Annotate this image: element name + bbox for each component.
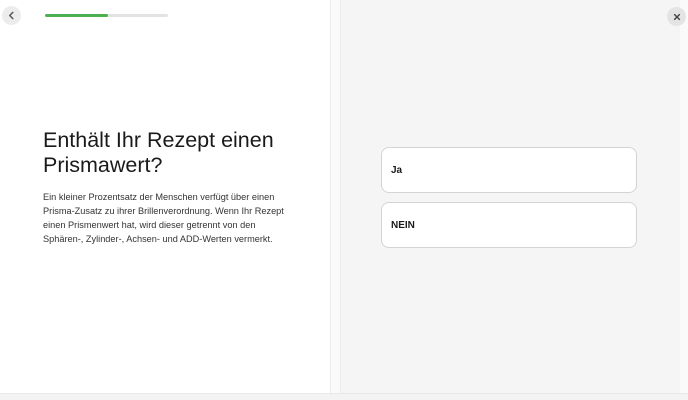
back-button[interactable] (2, 6, 21, 25)
option-no-button[interactable]: NEIN (381, 202, 637, 248)
question-description: Ein kleiner Prozentsatz der Menschen ver… (43, 192, 284, 244)
option-yes-button[interactable]: Ja (381, 147, 637, 193)
bottom-bar (0, 393, 688, 400)
panel-divider (331, 0, 340, 393)
chevron-left-icon (8, 11, 14, 20)
progress-bar (45, 14, 168, 17)
question-title: Enthält Ihr Rezept einen Prismawert? (43, 128, 274, 177)
close-button[interactable] (667, 7, 686, 26)
close-icon (673, 13, 680, 20)
question-panel: Enthält Ihr Rezept einen Prismawert? Ein… (0, 0, 331, 393)
progress-fill (45, 14, 108, 17)
right-edge (680, 0, 688, 393)
options-panel (340, 0, 681, 393)
quiz-page: Enthält Ihr Rezept einen Prismawert? Ein… (0, 0, 688, 400)
